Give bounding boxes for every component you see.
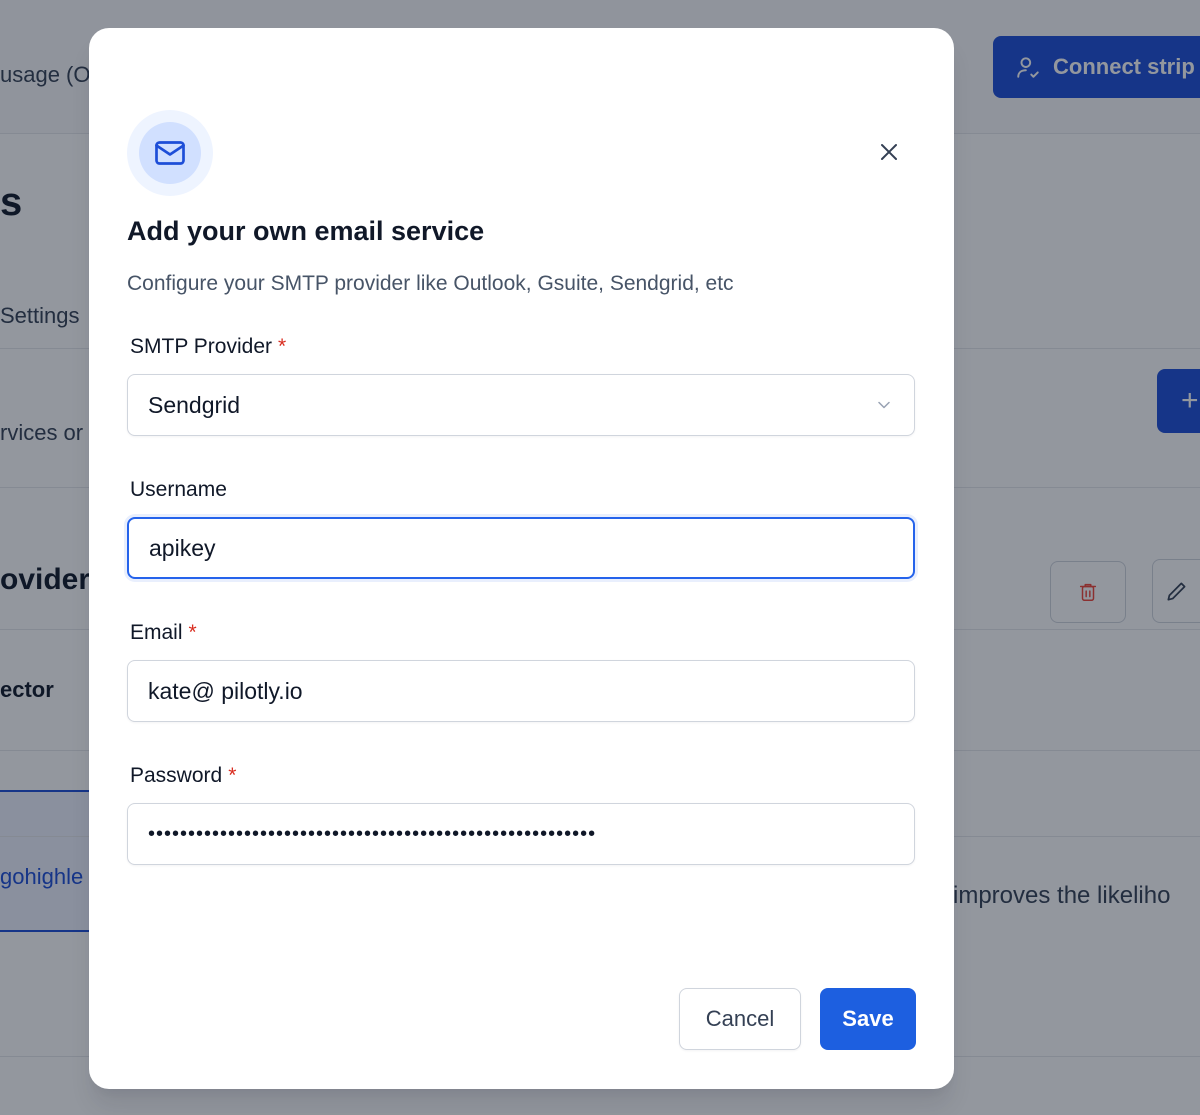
email-input[interactable] (127, 660, 915, 722)
email-service-modal: Add your own email service Configure you… (89, 28, 954, 1089)
required-mark: * (278, 335, 287, 358)
required-mark: * (188, 621, 197, 644)
cancel-button[interactable]: Cancel (679, 988, 801, 1050)
username-input[interactable] (127, 517, 915, 579)
smtp-provider-value: Sendgrid (148, 391, 241, 418)
required-mark: * (228, 764, 237, 787)
mail-icon (155, 141, 185, 165)
password-input[interactable]: ••••••••••••••••••••••••••••••••••••••••… (127, 803, 915, 865)
username-label: Username (130, 478, 227, 501)
modal-title: Add your own email service (127, 216, 485, 246)
password-label: Password * (130, 764, 237, 787)
close-icon (881, 144, 897, 160)
chevron-down-icon (878, 401, 890, 409)
close-button[interactable] (871, 134, 907, 170)
smtp-provider-label: SMTP Provider * (130, 335, 287, 358)
featured-icon (127, 110, 213, 196)
email-label: Email * (130, 621, 197, 644)
modal-subtitle: Configure your SMTP provider like Outloo… (127, 272, 734, 295)
smtp-provider-select[interactable]: Sendgrid (127, 374, 915, 436)
save-button[interactable]: Save (820, 988, 916, 1050)
